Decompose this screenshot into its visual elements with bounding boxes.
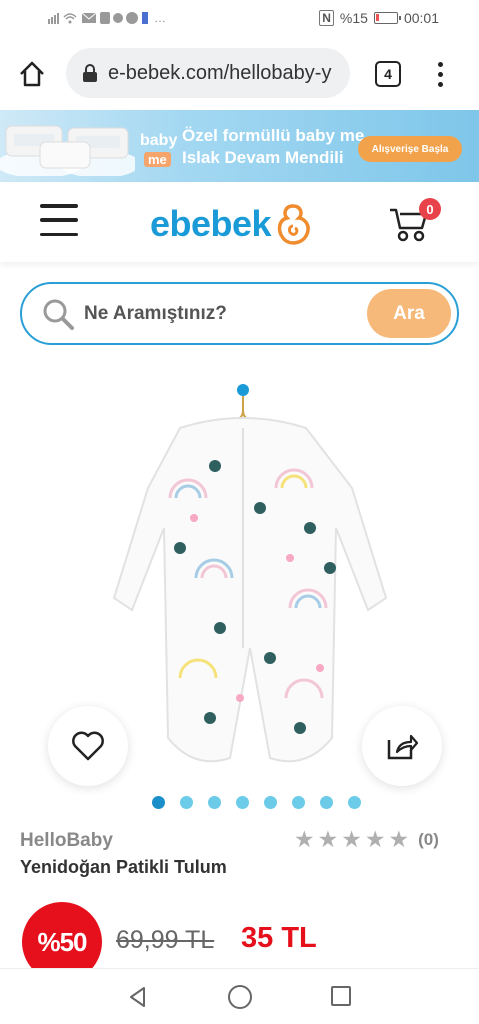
old-price: 69,99 TL <box>116 926 215 954</box>
star-icon: ★ <box>364 826 386 852</box>
gallery-dot[interactable] <box>152 796 165 809</box>
promo-banner[interactable]: baby me Özel formüllü baby me Islak Deva… <box>0 110 479 182</box>
nfc-icon: N <box>319 10 334 26</box>
menu-hamburger-icon[interactable] <box>40 204 80 236</box>
more-dot <box>437 81 443 87</box>
gallery-dot[interactable] <box>292 796 305 809</box>
gallery-pagination <box>152 796 361 809</box>
brand-line2: me <box>144 152 171 167</box>
baby-me-logo: baby me <box>140 128 182 170</box>
more-dot <box>437 61 443 67</box>
product-title: Yenidoğan Patikli Tulum <box>20 857 227 877</box>
cart-count-badge: 0 <box>419 198 441 220</box>
rating-count: (0) <box>418 829 439 849</box>
logo-mark-icon <box>277 204 310 245</box>
search-button[interactable]: Ara <box>367 289 451 338</box>
battery-percent: %15 <box>339 10 368 26</box>
current-price: 35 TL <box>241 922 317 954</box>
heart-icon <box>72 731 104 761</box>
site-header: ebebek <box>0 182 479 262</box>
gallery-dot[interactable] <box>348 796 361 809</box>
browser-home-button[interactable] <box>16 58 48 90</box>
gallery-dot[interactable] <box>208 796 221 809</box>
favorite-button[interactable] <box>48 706 128 786</box>
hamburger-line <box>40 218 78 222</box>
search-input[interactable] <box>84 300 354 328</box>
recents-square-icon[interactable] <box>331 986 351 1006</box>
product-brand[interactable]: HelloBaby <box>20 830 113 852</box>
star-icon: ★ <box>341 826 362 852</box>
back-triangle-icon[interactable] <box>126 985 150 1009</box>
more-dot <box>437 71 443 77</box>
status-bar: … N %15 00:01 <box>0 0 479 36</box>
browser-toolbar: e-bebek.com/hellobaby-y 4 <box>0 36 479 110</box>
gallery-dot[interactable] <box>236 796 249 809</box>
browser-menu-button[interactable] <box>432 58 448 90</box>
system-navigation-bar <box>0 968 479 1024</box>
gallery-dot[interactable] <box>320 796 333 809</box>
hamburger-line <box>40 232 78 236</box>
gallery-dot[interactable] <box>180 796 193 809</box>
home-circle-icon[interactable] <box>228 985 252 1009</box>
hamburger-line <box>40 204 78 208</box>
star-icon: ★ <box>388 826 410 852</box>
address-bar[interactable]: e-bebek.com/hellobaby-y <box>66 48 350 98</box>
banner-cta-button[interactable]: Alışverişe Başla <box>358 136 462 162</box>
share-button[interactable] <box>362 706 442 786</box>
more-notifications: … <box>154 11 166 25</box>
search-bar: Ara <box>20 282 459 345</box>
gallery-dot[interactable] <box>264 796 277 809</box>
status-right: N %15 00:01 <box>319 10 439 26</box>
brand-line1: baby <box>140 132 178 149</box>
share-icon <box>387 734 419 760</box>
search-icon <box>43 299 74 330</box>
star-icon: ★ <box>317 826 339 852</box>
ebebek-logo[interactable]: ebebek <box>150 202 313 246</box>
star-icon: ★ <box>294 826 315 852</box>
tab-switcher-button[interactable]: 4 <box>375 61 401 87</box>
clock: 00:01 <box>403 10 439 26</box>
logo-text: ebebek <box>150 203 272 244</box>
product-image[interactable] <box>100 378 400 778</box>
rating-stars[interactable]: ★ ★ ★ ★ ★ (0) <box>294 828 439 851</box>
battery-icon <box>373 12 401 24</box>
lock-icon <box>83 64 97 82</box>
url-text: e-bebek.com/hellobaby-y <box>108 61 332 84</box>
status-notification-icons: … <box>48 11 166 25</box>
home-icon <box>20 61 44 87</box>
banner-title-line1: Özel formüllü baby me <box>182 126 365 145</box>
notification-icons <box>48 12 148 24</box>
banner-title-line2: Islak Devam Mendili <box>182 148 344 167</box>
wet-wipes-packs-image <box>0 125 135 176</box>
